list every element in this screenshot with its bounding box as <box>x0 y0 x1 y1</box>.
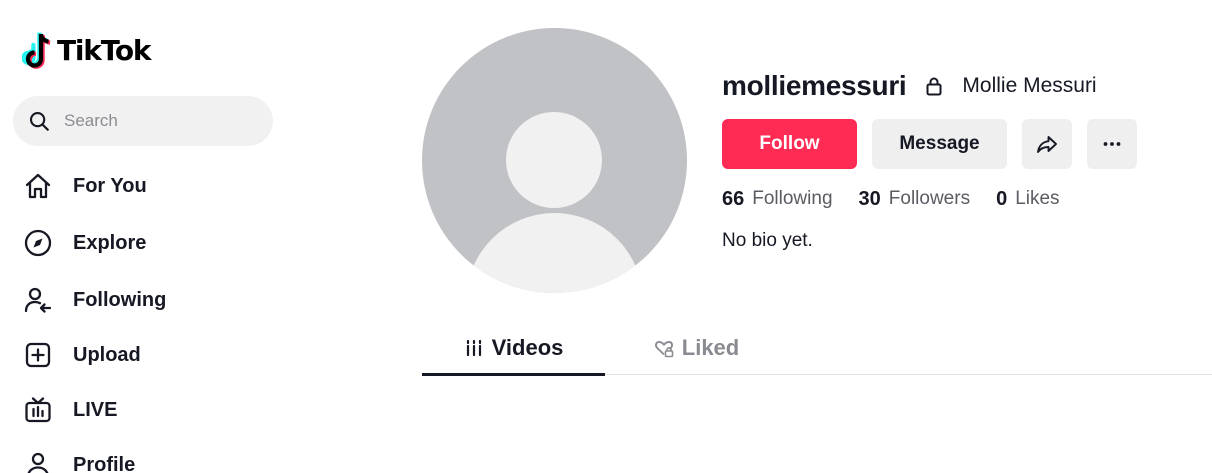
message-button[interactable]: Message <box>872 119 1007 169</box>
stat-label: Following <box>752 188 833 209</box>
home-icon <box>22 170 54 202</box>
sidebar-item-label: Upload <box>73 343 141 366</box>
stat-likes: 0 Likes <box>996 188 1059 211</box>
following-users-icon <box>22 284 54 316</box>
tab-label: Liked <box>681 334 740 360</box>
sidebar-item-label: Profile <box>73 453 136 473</box>
search-bar[interactable] <box>13 96 273 146</box>
follow-button[interactable]: Follow <box>722 119 857 169</box>
profile-title-row: molliemessuri Mollie Messuri <box>722 66 1097 106</box>
share-arrow-icon <box>1037 136 1057 153</box>
tiktok-logo[interactable]: TikTok <box>22 30 152 70</box>
tab-videos[interactable]: Videos <box>422 320 605 376</box>
sidebar: TikTok For You Explore Following <box>0 0 300 473</box>
sidebar-item-label: LIVE <box>73 398 118 421</box>
lock-icon <box>926 77 942 96</box>
sidebar-item-for-you[interactable]: For You <box>22 166 282 206</box>
heart-lock-icon <box>654 340 674 357</box>
sidebar-item-upload[interactable]: Upload <box>22 335 282 375</box>
more-options-button[interactable] <box>1087 119 1137 169</box>
compass-icon <box>22 227 54 259</box>
profile-actions: Follow Message <box>722 119 1137 169</box>
sidebar-item-following[interactable]: Following <box>22 280 282 320</box>
sidebar-item-label: For You <box>73 174 147 197</box>
share-button[interactable] <box>1022 119 1072 169</box>
sidebar-item-live[interactable]: LIVE <box>22 390 282 430</box>
tiktok-note-icon <box>22 32 51 69</box>
stat-label: Likes <box>1015 188 1060 209</box>
stat-following[interactable]: 66 Following <box>722 188 833 211</box>
sidebar-item-explore[interactable]: Explore <box>22 223 282 263</box>
search-icon[interactable] <box>28 110 50 132</box>
username: molliemessuri <box>722 70 907 101</box>
sidebar-item-label: Following <box>73 288 167 311</box>
search-input[interactable] <box>64 111 254 131</box>
profile-bio: No bio yet. <box>722 230 813 251</box>
more-dots-icon <box>1103 142 1121 146</box>
tab-label: Videos <box>491 334 564 360</box>
live-tv-icon <box>22 394 54 426</box>
active-tab-indicator <box>422 373 605 376</box>
sidebar-item-profile[interactable]: Profile <box>22 445 282 473</box>
stat-count: 66 <box>722 187 745 210</box>
tab-liked[interactable]: Liked <box>605 320 788 375</box>
person-icon <box>22 449 54 473</box>
avatar-placeholder-head <box>506 112 602 208</box>
sidebar-item-label: Explore <box>73 231 147 254</box>
display-name: Mollie Messuri <box>962 74 1097 97</box>
avatar <box>422 28 687 293</box>
stat-followers[interactable]: 30 Followers <box>859 188 971 211</box>
grid-bars-icon <box>466 339 481 356</box>
stat-count: 0 <box>996 187 1008 210</box>
avatar-placeholder-body <box>466 213 643 293</box>
stat-label: Followers <box>888 188 971 209</box>
profile-tabs: Videos Liked <box>422 320 1212 376</box>
logo-text: TikTok <box>57 33 152 67</box>
plus-square-icon <box>22 339 54 371</box>
stat-count: 30 <box>858 187 881 210</box>
profile-stats: 66 Following 30 Followers 0 Likes <box>722 184 1086 214</box>
